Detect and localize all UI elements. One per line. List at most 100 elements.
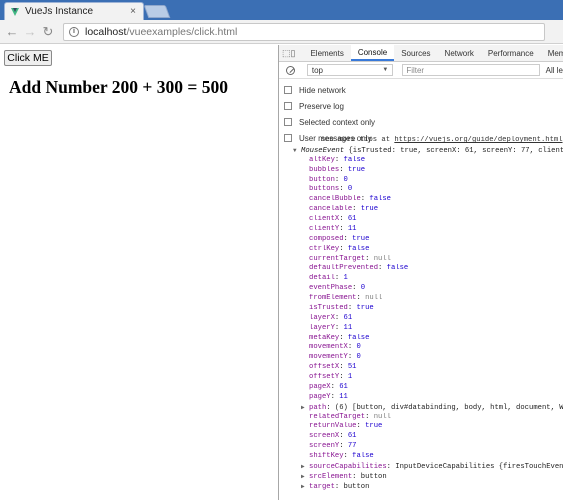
property-key: path — [309, 403, 327, 412]
property-colon: : — [334, 155, 344, 164]
property-key: shiftKey — [309, 452, 344, 460]
property-key: metaKey — [309, 333, 340, 342]
browser-tab[interactable]: VueJs Instance × — [4, 2, 144, 20]
console-property-row: relatedTarget: null — [279, 413, 563, 423]
tab-network[interactable]: Network — [438, 45, 481, 61]
property-colon: : — [352, 205, 361, 214]
property-colon: : — [339, 224, 348, 233]
click-me-button[interactable]: Click ME — [4, 50, 52, 66]
property-value: InputDeviceCapabilities {firesTouchEvent… — [395, 462, 563, 471]
tab-memory[interactable]: Memo — [541, 45, 563, 61]
setting-selected-context[interactable]: Selected context only — [279, 114, 563, 130]
inspect-element-icon[interactable]: ⬚ — [282, 45, 291, 61]
property-key: bubbles — [309, 165, 340, 174]
property-key: movementY — [309, 353, 348, 362]
console-property-row: button: 0 — [279, 176, 563, 186]
property-key: button — [309, 175, 335, 184]
property-key: clientX — [309, 215, 340, 223]
console-property-row: altKey: false — [279, 156, 563, 166]
property-colon: : — [334, 274, 344, 283]
console-property-row: layerY: 11 — [279, 324, 563, 334]
property-colon: : — [343, 234, 353, 243]
expanded-triangle-icon[interactable]: ▼ — [293, 146, 301, 156]
console-property-row: detail: 1 — [279, 274, 563, 284]
property-value: false — [386, 264, 409, 273]
property-key: screenX — [309, 432, 340, 441]
console-property-row: defaultPrevented: false — [279, 264, 563, 274]
devtools-tabbar: ⬚ ▯ Elements Console Sources Network Per… — [279, 45, 563, 62]
event-summary: {isTrusted: true, screenX: 61, screenY: … — [344, 146, 563, 155]
property-colon: : — [326, 403, 335, 412]
property-value: 61 — [347, 215, 357, 223]
property-colon: : — [334, 323, 344, 332]
address-bar[interactable]: i localhost/vueexamples/click.html — [63, 22, 545, 41]
property-colon: : — [334, 313, 344, 322]
property-colon: : — [339, 165, 348, 174]
property-value: true — [365, 422, 383, 431]
setting-hide-network[interactable]: Hide network — [279, 82, 563, 98]
reload-icon[interactable]: ↻ — [39, 24, 57, 40]
tab-performance[interactable]: Performance — [481, 45, 541, 61]
property-value: true — [347, 165, 366, 174]
property-key: defaultPrevented — [309, 264, 379, 273]
console-property-row[interactable]: ▶ srcElement: button — [279, 472, 563, 482]
device-toolbar-icon[interactable]: ▯ — [291, 45, 296, 61]
tip-link[interactable]: https://vuejs.org/guide/deployment.html — [394, 136, 562, 144]
console-property-row[interactable]: ▶ path: (6) [button, div#databinding, bod… — [279, 403, 563, 413]
mouse-event-header[interactable]: ▼ MouseEvent {isTrusted: true, screenX: 6… — [279, 146, 563, 156]
page-heading: Add Number 200 + 300 = 500 — [9, 77, 228, 97]
new-tab-button[interactable] — [143, 5, 171, 18]
checkbox[interactable] — [284, 86, 292, 94]
setting-preserve-log[interactable]: Preserve log — [279, 98, 563, 114]
checkbox[interactable] — [284, 102, 292, 110]
tab-console[interactable]: Console — [350, 45, 395, 61]
property-key: fromElement — [309, 294, 357, 302]
property-value: false — [347, 244, 370, 253]
collapsed-triangle-icon[interactable]: ▶ — [301, 482, 309, 492]
property-value: 0 — [356, 343, 361, 352]
log-levels-select[interactable]: All le — [546, 66, 563, 75]
console-output: see more tips at https://vuejs.org/guide… — [279, 136, 563, 492]
property-colon: : — [339, 333, 348, 342]
property-key: cancelable — [309, 205, 353, 214]
property-colon: : — [339, 432, 348, 441]
property-key: layerX — [309, 313, 335, 322]
property-colon: : — [339, 373, 348, 381]
console-property-row[interactable]: ▶ sourceCapabilities: InputDeviceCapabili… — [279, 462, 563, 472]
console-filter-input[interactable] — [402, 64, 540, 76]
property-key: screenY — [309, 442, 340, 451]
property-colon: : — [334, 175, 344, 184]
property-colon: : — [356, 294, 366, 302]
property-colon: : — [352, 472, 361, 481]
forward-arrow-icon[interactable]: → — [21, 24, 39, 39]
property-key: srcElement — [309, 472, 353, 481]
collapsed-triangle-icon[interactable]: ▶ — [301, 472, 309, 482]
checkbox[interactable] — [284, 118, 292, 126]
property-key: altKey — [309, 155, 335, 164]
console-property-row: movementX: 0 — [279, 343, 563, 353]
tab-close-icon[interactable]: × — [127, 6, 139, 17]
property-key: relatedTarget — [309, 412, 366, 421]
property-value: false — [352, 452, 374, 460]
setting-label: Hide network — [299, 85, 346, 95]
devtools-panel: ⬚ ▯ Elements Console Sources Network Per… — [278, 45, 563, 500]
property-value: false — [343, 155, 366, 164]
console-property-row: pageY: 11 — [279, 393, 563, 403]
clear-console-icon[interactable] — [286, 65, 295, 75]
tab-elements[interactable]: Elements — [303, 45, 350, 61]
property-colon: : — [365, 412, 374, 421]
property-value: 0 — [343, 175, 348, 184]
info-icon[interactable]: i — [69, 26, 79, 37]
console-property-row: composed: true — [279, 235, 563, 245]
property-value: 0 — [356, 353, 361, 362]
console-property-row: offsetY: 1 — [279, 373, 563, 383]
url-text: localhost/vueexamples/click.html — [85, 26, 237, 38]
collapsed-triangle-icon[interactable]: ▶ — [301, 403, 309, 413]
property-value: 77 — [347, 442, 357, 451]
context-select[interactable]: top ▼ — [306, 64, 394, 76]
collapsed-triangle-icon[interactable]: ▶ — [301, 462, 309, 472]
property-value: false — [369, 195, 391, 204]
tab-sources[interactable]: Sources — [394, 45, 437, 61]
console-property-row[interactable]: ▶ target: button — [279, 482, 563, 492]
back-arrow-icon[interactable]: ← — [3, 24, 21, 39]
